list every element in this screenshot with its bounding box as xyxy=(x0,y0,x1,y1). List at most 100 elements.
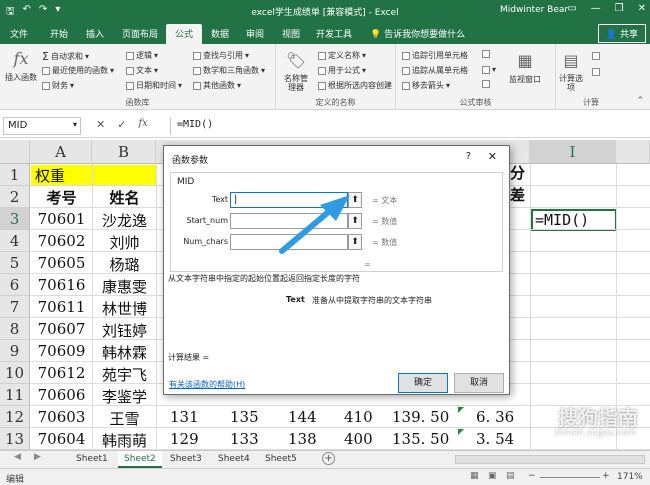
cell-score[interactable]: 131 xyxy=(170,408,199,426)
row-header[interactable]: 12 xyxy=(0,406,30,428)
trace-precedents-button[interactable]: 追踪引用单元格 xyxy=(402,50,468,61)
tab-home[interactable]: 开始 xyxy=(50,27,68,40)
tab-review[interactable]: 审阅 xyxy=(246,27,264,40)
cell-student-name[interactable]: 李鉴学 xyxy=(93,386,156,407)
row-header[interactable]: 11 xyxy=(0,384,30,406)
formula-input[interactable]: =MID() xyxy=(170,117,646,135)
sheet-tab-4[interactable]: Sheet4 xyxy=(218,451,250,468)
scroll-right-icon[interactable]: ▶ xyxy=(34,452,41,462)
cell-student-id[interactable]: 70605 xyxy=(31,254,92,272)
cell-student-id[interactable]: 70604 xyxy=(31,430,92,448)
cell-score[interactable]: 135 xyxy=(230,408,259,426)
cell-score[interactable]: 400 xyxy=(344,430,373,448)
restore-icon[interactable]: ❐ xyxy=(615,3,624,14)
row-header[interactable]: 4 xyxy=(0,230,30,252)
row-header[interactable]: 6 xyxy=(0,274,30,296)
scroll-left-icon[interactable]: ◀ xyxy=(14,452,21,462)
cell-student-name[interactable]: 刘钰婷 xyxy=(93,320,156,341)
remove-arrows-button[interactable]: 移去箭头 ▾ xyxy=(402,80,450,91)
row-header[interactable]: 5 xyxy=(0,252,30,274)
cancel-entry-icon[interactable]: ✕ xyxy=(96,118,105,131)
chevron-down-icon[interactable]: ▾ xyxy=(73,120,77,129)
select-all-corner[interactable] xyxy=(0,140,30,164)
create-from-selection-button[interactable]: 根据所选内容创建 xyxy=(318,80,392,91)
tell-me-box[interactable]: 💡 告诉我你想要做什么 xyxy=(370,27,465,40)
add-sheet-icon[interactable]: + xyxy=(322,452,335,465)
column-header-b[interactable]: B xyxy=(92,140,156,164)
calc-options-button[interactable]: ▤ 计算选项 xyxy=(556,50,586,92)
cell-header-score-fragment[interactable]: 分 xyxy=(510,162,530,183)
column-header-j[interactable] xyxy=(616,140,650,164)
collapse-ribbon-icon[interactable]: ⌃ xyxy=(636,96,644,106)
calc-now-button[interactable] xyxy=(592,52,600,60)
ribbon-display-icon[interactable]: ▭ xyxy=(567,3,576,14)
cell-score[interactable]: 139. 50 xyxy=(392,408,449,426)
cell-score[interactable]: 3. 54 xyxy=(476,430,514,448)
more-functions-button[interactable]: 其他函数 ▾ xyxy=(193,80,241,91)
date-time-button[interactable]: 日期和时间 ▾ xyxy=(126,80,182,91)
logical-button[interactable]: 逻辑 ▾ xyxy=(126,50,158,61)
trace-dependents-button[interactable]: 追踪从属单元格 xyxy=(402,65,468,76)
function-help-link[interactable]: 有关该函数的帮助(H) xyxy=(169,379,245,390)
view-layout-icon[interactable]: ▣ xyxy=(488,471,497,481)
tab-file[interactable]: 文件 xyxy=(10,27,28,40)
sheet-tab-1[interactable]: Sheet1 xyxy=(76,451,108,468)
row-header[interactable]: 9 xyxy=(0,340,30,362)
cell-student-name[interactable]: 杨璐 xyxy=(93,254,156,275)
cell-score[interactable]: 135. 50 xyxy=(392,430,449,448)
watch-window-button[interactable]: ▦ 监视窗口 xyxy=(498,50,552,85)
cell-score[interactable]: 410 xyxy=(344,408,373,426)
use-in-formula-button[interactable]: 用于公式 ▾ xyxy=(318,65,366,76)
cell-header-diff-fragment[interactable]: 差 xyxy=(510,184,530,205)
column-header-a[interactable]: A xyxy=(30,140,92,164)
cell-score[interactable]: 138 xyxy=(288,430,317,448)
cell-score[interactable]: 133 xyxy=(230,430,259,448)
row-header[interactable]: 7 xyxy=(0,296,30,318)
row-header[interactable]: 13 xyxy=(0,428,30,450)
tab-developer[interactable]: 开发工具 xyxy=(316,27,352,40)
cell-student-id[interactable]: 70606 xyxy=(31,386,92,404)
cell-student-name[interactable]: 韩雨萌 xyxy=(93,430,156,450)
view-normal-icon[interactable]: ▦ xyxy=(470,471,479,481)
name-manager-button[interactable]: 🏷 名称管理器 xyxy=(278,50,314,92)
cell-score[interactable]: 6. 36 xyxy=(476,408,514,426)
zoom-out-icon[interactable]: − xyxy=(528,471,536,481)
cell-student-id[interactable]: 70611 xyxy=(31,298,92,316)
cell-student-name[interactable]: 苑宇飞 xyxy=(93,364,156,385)
math-trig-button[interactable]: 数学和三角函数 ▾ xyxy=(193,65,265,76)
text-functions-button[interactable]: 文本 ▾ xyxy=(126,65,158,76)
sheet-tab-3[interactable]: Sheet3 xyxy=(170,451,202,468)
row-header[interactable]: 10 xyxy=(0,362,30,384)
cell-score[interactable]: 129 xyxy=(170,430,199,448)
cell-score[interactable]: 144 xyxy=(288,408,317,426)
cell-student-id[interactable]: 70603 xyxy=(31,408,92,426)
cancel-button[interactable]: 取消 xyxy=(454,373,504,393)
show-formulas-button[interactable] xyxy=(482,50,490,58)
cell-student-id[interactable]: 70612 xyxy=(31,364,92,382)
cell-student-name[interactable]: 刘帅 xyxy=(93,232,156,253)
row-header[interactable]: 1 xyxy=(0,164,30,186)
row-header[interactable]: 8 xyxy=(0,318,30,340)
column-header-i[interactable]: I xyxy=(530,140,616,164)
cell-student-id[interactable]: 70607 xyxy=(31,320,92,338)
error-checking-button[interactable]: ▾ xyxy=(482,65,496,74)
close-icon[interactable]: ✕ xyxy=(488,150,497,163)
cell-header-id[interactable]: 考号 xyxy=(31,187,92,208)
confirm-entry-icon[interactable]: ✓ xyxy=(117,118,126,131)
row-header[interactable]: 3 xyxy=(0,208,30,230)
tab-view[interactable]: 视图 xyxy=(282,27,300,40)
tab-data[interactable]: 数据 xyxy=(211,27,229,40)
zoom-level[interactable]: 171% xyxy=(617,472,643,482)
recent-functions-button[interactable]: 最近使用的函数 ▾ xyxy=(42,65,114,76)
cell-student-name[interactable]: 王雪 xyxy=(93,408,156,429)
insert-function-icon[interactable]: fx xyxy=(138,118,147,131)
help-icon[interactable]: ? xyxy=(466,151,471,162)
calc-sheet-button[interactable] xyxy=(592,68,600,76)
evaluate-formula-button[interactable] xyxy=(482,80,490,88)
share-button[interactable]: 👤 共享 xyxy=(597,24,646,43)
cell-student-id[interactable]: 70609 xyxy=(31,342,92,360)
cell-student-id[interactable]: 70601 xyxy=(31,210,92,228)
cell-student-name[interactable]: 韩林霖 xyxy=(93,342,156,363)
zoom-in-icon[interactable]: + xyxy=(602,471,610,481)
ok-button[interactable]: 确定 xyxy=(398,373,448,393)
